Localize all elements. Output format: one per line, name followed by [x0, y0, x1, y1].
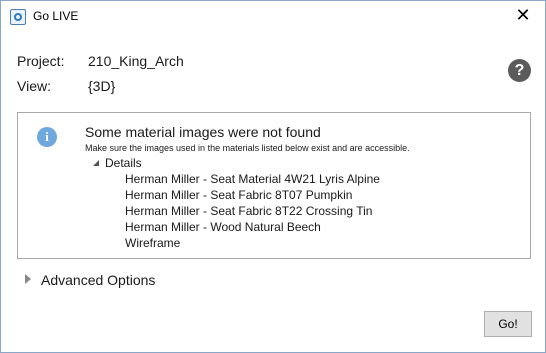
close-button[interactable]: ✕: [501, 1, 545, 31]
list-item: Herman Miller - Seat Material 4W21 Lyris…: [125, 172, 380, 186]
list-item: Wireframe: [125, 236, 181, 250]
project-label: Project:: [17, 53, 65, 69]
view-value: {3D}: [88, 78, 116, 94]
details-label: Details: [105, 156, 142, 170]
expand-triangle-icon: [25, 274, 31, 284]
advanced-options-toggle[interactable]: Advanced Options: [25, 272, 155, 288]
list-item: Herman Miller - Seat Fabric 8T22 Crossin…: [125, 204, 373, 218]
advanced-options-label: Advanced Options: [41, 272, 156, 288]
info-icon: i: [37, 127, 57, 147]
view-label: View:: [17, 78, 51, 94]
list-item: Herman Miller - Seat Fabric 8T07 Pumpkin: [125, 188, 353, 202]
go-button[interactable]: Go!: [484, 311, 532, 337]
go-live-dialog: Go LIVE ✕ Project: 210_King_Arch View: {…: [0, 0, 546, 353]
message-title: Some material images were not found: [85, 124, 321, 140]
title-bar: Go LIVE ✕: [1, 1, 545, 31]
details-toggle[interactable]: Details: [93, 156, 142, 170]
project-value: 210_King_Arch: [88, 53, 184, 69]
list-item: Herman Miller - Wood Natural Beech: [125, 220, 321, 234]
app-icon: [10, 9, 26, 25]
message-panel: i Some material images were not found Ma…: [17, 112, 531, 259]
help-icon[interactable]: ?: [508, 59, 531, 82]
missing-materials-list: Herman Miller - Seat Material 4W21 Lyris…: [125, 171, 380, 251]
window-title: Go LIVE: [33, 9, 79, 23]
collapse-triangle-icon: [93, 160, 99, 166]
message-subtitle: Make sure the images used in the materia…: [85, 143, 410, 153]
